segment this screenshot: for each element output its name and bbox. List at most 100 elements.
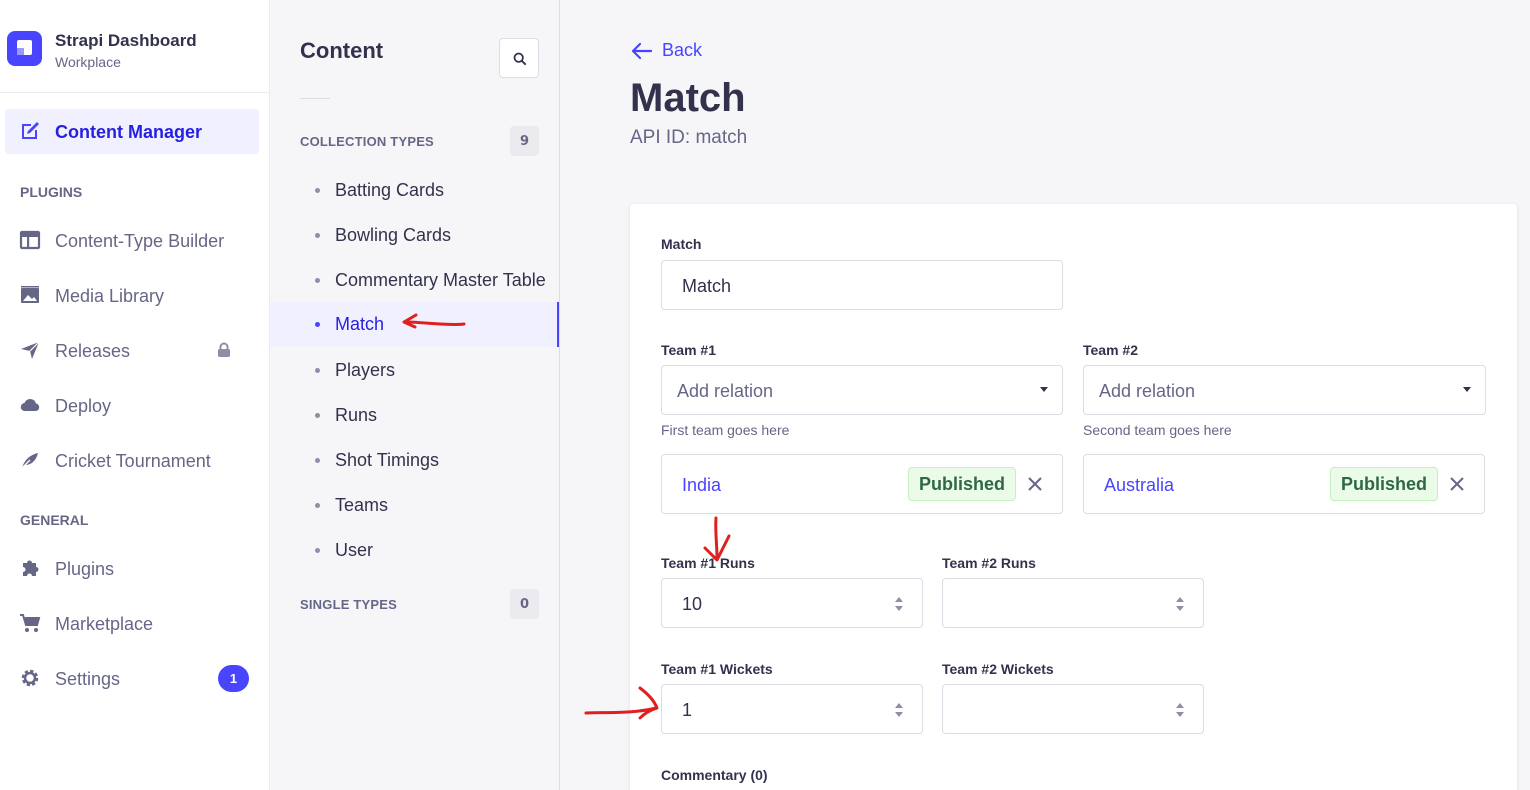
collection-item-label: Players xyxy=(335,360,396,380)
stepper-icon[interactable] xyxy=(894,701,904,719)
paper-plane-icon xyxy=(21,341,40,359)
plugins-heading: PLUGINS xyxy=(20,184,83,200)
main-nav: Strapi Dashboard Workplace Content Manag… xyxy=(0,0,270,790)
collection-item-batting-cards[interactable]: Batting Cards xyxy=(270,168,559,213)
team2-hint: Second team goes here xyxy=(1083,422,1232,438)
commentary-label: Commentary (0) xyxy=(661,767,768,783)
collection-item-label: Bowling Cards xyxy=(335,225,452,245)
caret-down-icon xyxy=(1040,387,1048,392)
team2-wickets-label: Team #2 Wickets xyxy=(942,661,1054,677)
single-types-heading: SINGLE TYPES xyxy=(300,597,398,612)
subnav-title: Content xyxy=(300,38,384,63)
collection-item-shot-timings[interactable]: Shot Timings xyxy=(270,438,559,483)
brand-title: Strapi Dashboard xyxy=(55,31,197,50)
collection-types-count: 9 xyxy=(510,126,539,156)
nav-item-label: Marketplace xyxy=(55,614,154,634)
bullet xyxy=(315,413,320,418)
team2-relation-link[interactable]: Australia xyxy=(1104,475,1174,496)
collection-item-label: Batting Cards xyxy=(335,180,445,200)
team2-wickets-input[interactable] xyxy=(942,684,1204,734)
collection-item-label: Commentary Master Table xyxy=(335,270,546,290)
collection-item-label: Teams xyxy=(335,495,389,515)
strapi-logo-icon xyxy=(7,31,42,66)
brand-header: Strapi Dashboard Workplace xyxy=(0,0,269,93)
cart-icon xyxy=(20,614,41,632)
back-label: Back xyxy=(662,40,703,60)
api-id: API ID: match xyxy=(630,127,748,148)
back-link[interactable]: Back xyxy=(630,40,702,61)
team2-placeholder: Add relation xyxy=(1099,381,1196,401)
nav-item-label: Content Manager xyxy=(55,122,203,142)
collection-item-commentary-master-table[interactable]: Commentary Master Table xyxy=(270,258,559,303)
lock-icon xyxy=(218,342,230,357)
collection-item-label: Runs xyxy=(335,405,378,425)
notification-badge: 1 xyxy=(218,665,249,692)
page-title: Match xyxy=(630,76,746,120)
team1-wickets-label: Team #1 Wickets xyxy=(661,661,773,677)
stepper-icon[interactable] xyxy=(1175,701,1185,719)
annotation-arrow-icon xyxy=(402,313,466,329)
nav-item-marketplace[interactable]: Marketplace xyxy=(5,601,259,646)
bullet xyxy=(315,233,320,238)
bullet xyxy=(315,322,320,327)
match-field-value: Match xyxy=(682,276,732,296)
caret-down-icon xyxy=(1463,387,1471,392)
team1-wickets-input[interactable]: 1 xyxy=(661,684,923,734)
team1-relation-link[interactable]: India xyxy=(682,475,721,496)
nav-item-plugins[interactable]: Plugins xyxy=(5,546,259,591)
cloud-icon xyxy=(20,398,40,412)
nav-item-content-type-builder[interactable]: Content-Type Builder xyxy=(5,218,259,263)
bullet xyxy=(315,548,320,553)
bullet xyxy=(315,188,320,193)
collection-item-teams[interactable]: Teams xyxy=(270,483,559,528)
content-manager-icon xyxy=(22,122,39,139)
stepper-icon[interactable] xyxy=(894,595,904,613)
search-button[interactable] xyxy=(499,38,539,78)
team1-field-label: Team #1 xyxy=(661,342,716,358)
nav-item-content-manager[interactable]: Content Manager xyxy=(5,109,259,154)
match-field[interactable]: Match xyxy=(661,260,1063,310)
team1-hint: First team goes here xyxy=(661,422,790,438)
nav-item-cricket-tournament[interactable]: Cricket Tournament xyxy=(5,438,259,483)
nav-item-label: Deploy xyxy=(55,396,112,416)
close-icon[interactable] xyxy=(1448,475,1466,493)
collection-item-players[interactable]: Players xyxy=(270,348,559,393)
nav-item-deploy[interactable]: Deploy xyxy=(5,383,259,428)
form-card: Match Match Team #1 Add relation First t… xyxy=(630,204,1517,790)
edit-view: Back Match API ID: match Match Match Tea… xyxy=(560,0,1530,790)
nav-item-label: Settings xyxy=(55,669,121,689)
divider xyxy=(300,98,330,99)
nav-item-label: Releases xyxy=(55,341,131,361)
stepper-icon[interactable] xyxy=(1175,595,1185,613)
collection-item-runs[interactable]: Runs xyxy=(270,393,559,438)
gear-icon xyxy=(21,669,39,687)
nav-item-label: Plugins xyxy=(55,559,115,579)
team2-runs-label: Team #2 Runs xyxy=(942,555,1036,571)
nav-item-media-library[interactable]: Media Library xyxy=(5,273,259,318)
single-types-count: 0 xyxy=(510,589,539,619)
nav-item-label: Media Library xyxy=(55,286,165,306)
nav-item-label: Cricket Tournament xyxy=(55,451,211,471)
collection-item-bowling-cards[interactable]: Bowling Cards xyxy=(270,213,559,258)
collection-types-heading: COLLECTION TYPES xyxy=(300,134,434,149)
bullet xyxy=(315,278,320,283)
puzzle-icon xyxy=(23,560,39,576)
close-icon[interactable] xyxy=(1026,475,1044,493)
team2-runs-input[interactable] xyxy=(942,578,1204,628)
team1-placeholder: Add relation xyxy=(677,381,774,401)
collection-item-user[interactable]: User xyxy=(270,528,559,573)
team1-relation-select[interactable]: Add relation xyxy=(661,365,1063,415)
team1-runs-input[interactable]: 10 xyxy=(661,578,923,628)
feather-icon xyxy=(21,453,38,469)
arrow-left-icon xyxy=(631,42,652,59)
status-badge: Published xyxy=(1330,467,1439,501)
bullet xyxy=(315,458,320,463)
nav-item-releases[interactable]: Releases xyxy=(5,328,259,373)
bullet xyxy=(315,368,320,373)
team2-relation-select[interactable]: Add relation xyxy=(1083,365,1486,415)
nav-item-label: Content-Type Builder xyxy=(55,231,225,251)
status-badge: Published xyxy=(908,467,1017,501)
match-field-label: Match xyxy=(661,236,702,252)
nav-item-settings[interactable]: Settings 1 xyxy=(5,656,259,701)
search-icon xyxy=(513,52,527,66)
